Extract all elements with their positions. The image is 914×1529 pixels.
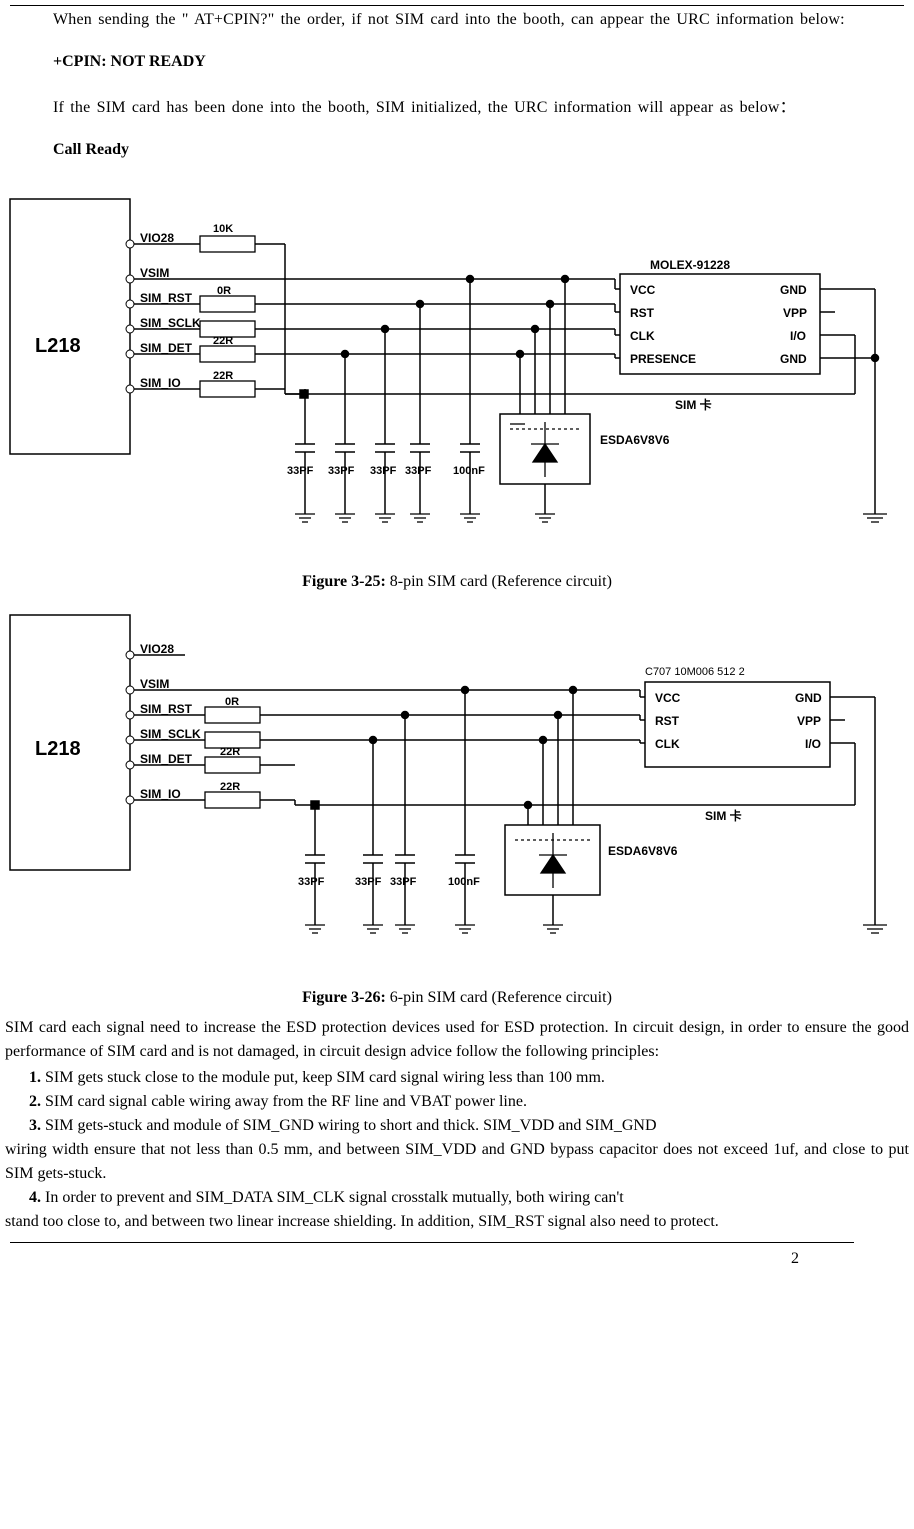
urc-call-ready: Call Ready	[53, 138, 909, 162]
svg-text:33PF: 33PF	[287, 465, 314, 477]
svg-text:0R: 0R	[225, 696, 239, 708]
svg-text:VCC: VCC	[630, 283, 656, 297]
svg-text:22R: 22R	[213, 335, 233, 347]
svg-text:SIM 卡: SIM 卡	[675, 397, 712, 412]
bottom-rule	[10, 1242, 854, 1243]
svg-text:33PF: 33PF	[298, 876, 325, 888]
principle-3-line1: 3. SIM gets-stuck and module of SIM_GND …	[29, 1114, 909, 1138]
svg-text:100nF: 100nF	[448, 876, 480, 888]
svg-text:SIM 卡: SIM 卡	[705, 808, 742, 823]
svg-text:VSIM: VSIM	[140, 677, 169, 691]
svg-text:GND: GND	[780, 352, 807, 366]
svg-text:SIM_SCLK: SIM_SCLK	[140, 727, 201, 741]
principle-1: 1. SIM gets stuck close to the module pu…	[29, 1066, 909, 1090]
svg-text:0R: 0R	[217, 285, 231, 297]
esd-intro: SIM card each signal need to increase th…	[5, 1016, 909, 1064]
principle-2: 2. SIM card signal cable wiring away fro…	[29, 1090, 909, 1114]
svg-text:VCC: VCC	[655, 691, 681, 705]
svg-text:PRESENCE: PRESENCE	[630, 352, 696, 366]
svg-text:CLK: CLK	[630, 329, 655, 343]
svg-text:SIM_DET: SIM_DET	[140, 341, 193, 355]
svg-text:RST: RST	[630, 306, 655, 320]
svg-text:C707 10M006 512 2: C707 10M006 512 2	[645, 666, 745, 678]
para-3: If the SIM card has been done into the b…	[5, 96, 909, 120]
svg-text:10K: 10K	[213, 223, 233, 235]
figure-3-26-diagram: L218 VIO28 VSIM SIM_RST SIM_SCLK SIM_DET…	[5, 600, 909, 978]
svg-text:33PF: 33PF	[328, 465, 355, 477]
svg-text:ESDA6V8V6: ESDA6V8V6	[600, 433, 670, 447]
svg-text:GND: GND	[795, 691, 822, 705]
svg-text:VPP: VPP	[797, 714, 821, 728]
para-1: When sending the " AT+CPIN?" the order, …	[5, 8, 909, 32]
svg-text:100nF: 100nF	[453, 465, 485, 477]
svg-text:33PF: 33PF	[370, 465, 397, 477]
svg-text:VIO28: VIO28	[140, 231, 174, 245]
svg-text:SIM_RST: SIM_RST	[140, 702, 193, 716]
page-number: 2	[5, 1247, 909, 1271]
svg-text:SIM_SCLK: SIM_SCLK	[140, 316, 201, 330]
svg-text:SIM_IO: SIM_IO	[140, 376, 181, 390]
svg-text:33PF: 33PF	[355, 876, 382, 888]
svg-text:I/O: I/O	[805, 737, 821, 751]
figure-3-26-caption: Figure 3-26: 6-pin SIM card (Reference c…	[5, 986, 909, 1010]
svg-text:CLK: CLK	[655, 737, 680, 751]
svg-text:22R: 22R	[213, 370, 233, 382]
chip-label: L218	[35, 738, 81, 760]
chip-label: L218	[35, 335, 81, 357]
svg-text:33PF: 33PF	[390, 876, 417, 888]
svg-text:ESDA6V8V6: ESDA6V8V6	[608, 844, 678, 858]
svg-text:GND: GND	[780, 283, 807, 297]
principle-3-line2: wiring width ensure that not less than 0…	[5, 1138, 909, 1186]
svg-text:VSIM: VSIM	[140, 266, 169, 280]
principle-4-line2: stand too close to, and between two line…	[5, 1210, 909, 1234]
svg-text:SIM_DET: SIM_DET	[140, 752, 193, 766]
svg-text:I/O: I/O	[790, 329, 806, 343]
figure-3-25-caption: Figure 3-25: 8-pin SIM card (Reference c…	[5, 570, 909, 594]
svg-text:22R: 22R	[220, 746, 240, 758]
figure-3-25-diagram: L218 VIO28 VSIM SIM_RST SIM_SCLK SIM_DET…	[5, 184, 909, 562]
principle-4-line1: 4. In order to prevent and SIM_DATA SIM_…	[29, 1186, 909, 1210]
svg-text:VPP: VPP	[783, 306, 807, 320]
svg-text:33PF: 33PF	[405, 465, 432, 477]
svg-text:SIM_IO: SIM_IO	[140, 787, 181, 801]
svg-text:SIM_RST: SIM_RST	[140, 291, 193, 305]
top-rule	[10, 5, 904, 6]
svg-text:MOLEX-91228: MOLEX-91228	[650, 258, 730, 272]
svg-text:VIO28: VIO28	[140, 642, 174, 656]
svg-text:RST: RST	[655, 714, 680, 728]
urc-not-ready: +CPIN: NOT READY	[53, 50, 909, 74]
svg-text:22R: 22R	[220, 781, 240, 793]
